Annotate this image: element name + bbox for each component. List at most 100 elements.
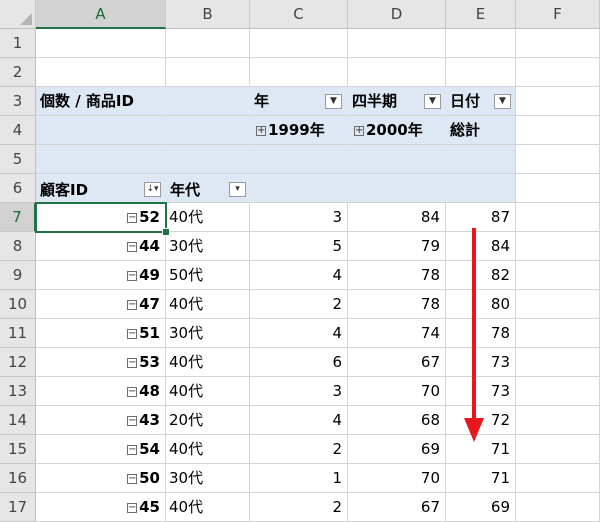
cell-f2[interactable] xyxy=(516,58,600,87)
cell-f7[interactable] xyxy=(516,203,600,232)
cell-f13[interactable] xyxy=(516,377,600,406)
cell-f5[interactable] xyxy=(516,145,600,174)
cell-a1[interactable] xyxy=(36,29,166,58)
row-header-10[interactable]: 10 xyxy=(0,290,36,319)
cell-b2[interactable] xyxy=(166,58,250,87)
row-header-4[interactable]: 4 xyxy=(0,116,36,145)
customer-id-cell[interactable]: −49 xyxy=(36,265,160,285)
row-header-5[interactable]: 5 xyxy=(0,145,36,174)
row-header-2[interactable]: 2 xyxy=(0,58,36,87)
cell-a2[interactable] xyxy=(36,58,166,87)
expand-plus-icon[interactable]: + xyxy=(354,125,364,136)
cell-b5[interactable] xyxy=(166,145,250,174)
cell-b3[interactable] xyxy=(166,87,250,116)
customer-id-cell[interactable]: −52 xyxy=(36,207,160,227)
collapse-minus-icon[interactable]: − xyxy=(127,270,138,281)
filter-dropdown-icon[interactable]: ▼ xyxy=(494,94,511,109)
cell-e6[interactable] xyxy=(446,174,516,203)
cell-e5[interactable] xyxy=(446,145,516,174)
cell-f12[interactable] xyxy=(516,348,600,377)
customer-id-cell[interactable]: −54 xyxy=(36,439,160,459)
collapse-minus-icon[interactable]: − xyxy=(127,386,138,397)
cell-b1[interactable] xyxy=(166,29,250,58)
customer-id-cell[interactable]: −44 xyxy=(36,236,160,256)
collapse-minus-icon[interactable]: − xyxy=(127,241,138,252)
column-header-b[interactable]: B xyxy=(166,0,250,29)
cell-f3[interactable] xyxy=(516,87,600,116)
customer-id-cell[interactable]: −47 xyxy=(36,294,160,314)
row-header-17[interactable]: 17 xyxy=(0,493,36,522)
sort-filter-icon[interactable]: ↓▾ xyxy=(144,182,161,197)
fill-handle[interactable] xyxy=(162,228,170,236)
cell-b4[interactable] xyxy=(166,116,250,145)
cell-c6[interactable] xyxy=(250,174,348,203)
cell-c5[interactable] xyxy=(250,145,348,174)
value-cell-e: 78 xyxy=(490,324,510,342)
row-header-12[interactable]: 12 xyxy=(0,348,36,377)
year-1999-header[interactable]: +1999年 xyxy=(256,120,325,140)
value-cell-d: 67 xyxy=(420,498,440,516)
cell-a4[interactable] xyxy=(36,116,166,145)
cell-f1[interactable] xyxy=(516,29,600,58)
cell-c2[interactable] xyxy=(250,58,348,87)
cell-f4[interactable] xyxy=(516,116,600,145)
column-header-d[interactable]: D xyxy=(348,0,446,29)
cell-e2[interactable] xyxy=(446,58,516,87)
cell-c1[interactable] xyxy=(250,29,348,58)
row-header-1[interactable]: 1 xyxy=(0,29,36,58)
value-cell-c: 5 xyxy=(332,237,342,255)
customer-id-cell[interactable]: −51 xyxy=(36,323,160,343)
collapse-minus-icon[interactable]: − xyxy=(127,415,138,426)
cell-d2[interactable] xyxy=(348,58,446,87)
row-header-9[interactable]: 9 xyxy=(0,261,36,290)
cell-f15[interactable] xyxy=(516,435,600,464)
column-header-f[interactable]: F xyxy=(516,0,600,29)
cell-f16[interactable] xyxy=(516,464,600,493)
value-cell-d: 70 xyxy=(420,469,440,487)
cell-f6[interactable] xyxy=(516,174,600,203)
spreadsheet-grid[interactable]: A B C D E F 1 2 3 4 5 6 7 8 9 10 11 12 13 14 15 16 17 xyxy=(0,0,600,522)
filter-dropdown-icon[interactable]: ▼ xyxy=(325,94,342,109)
cell-f17[interactable] xyxy=(516,493,600,522)
cell-d5[interactable] xyxy=(348,145,446,174)
cell-f10[interactable] xyxy=(516,290,600,319)
cell-f9[interactable] xyxy=(516,261,600,290)
row-header-13[interactable]: 13 xyxy=(0,377,36,406)
select-all-corner[interactable] xyxy=(0,0,36,29)
expand-plus-icon[interactable]: + xyxy=(256,125,266,136)
column-header-c[interactable]: C xyxy=(250,0,348,29)
year-2000-header[interactable]: +2000年 xyxy=(354,120,423,140)
customer-id-cell[interactable]: −45 xyxy=(36,497,160,517)
row-header-8[interactable]: 8 xyxy=(0,232,36,261)
column-header-e[interactable]: E xyxy=(446,0,516,29)
customer-id-cell[interactable]: −50 xyxy=(36,468,160,488)
cell-f14[interactable] xyxy=(516,406,600,435)
collapse-minus-icon[interactable]: − xyxy=(127,328,138,339)
cell-e1[interactable] xyxy=(446,29,516,58)
customer-id-cell[interactable]: −48 xyxy=(36,381,160,401)
age-group-value: 30代 xyxy=(169,324,204,342)
row-header-6[interactable]: 6 xyxy=(0,174,36,203)
collapse-minus-icon[interactable]: − xyxy=(127,357,138,368)
cell-f11[interactable] xyxy=(516,319,600,348)
row-header-14[interactable]: 14 xyxy=(0,406,36,435)
collapse-minus-icon[interactable]: − xyxy=(127,299,138,310)
customer-id-cell[interactable]: −53 xyxy=(36,352,160,372)
column-header-a[interactable]: A xyxy=(36,0,166,29)
collapse-minus-icon[interactable]: − xyxy=(127,473,138,484)
cell-d6[interactable] xyxy=(348,174,446,203)
cell-d1[interactable] xyxy=(348,29,446,58)
collapse-minus-icon[interactable]: − xyxy=(127,212,138,223)
cell-f8[interactable] xyxy=(516,232,600,261)
collapse-minus-icon[interactable]: − xyxy=(127,502,138,513)
customer-id-cell[interactable]: −43 xyxy=(36,410,160,430)
cell-a5[interactable] xyxy=(36,145,166,174)
filter-dropdown-icon[interactable]: ▼ xyxy=(424,94,441,109)
row-header-16[interactable]: 16 xyxy=(0,464,36,493)
row-header-3[interactable]: 3 xyxy=(0,87,36,116)
collapse-minus-icon[interactable]: − xyxy=(127,444,138,455)
row-header-7[interactable]: 7 xyxy=(0,203,36,232)
sort-filter-icon[interactable]: ▾ xyxy=(229,182,246,197)
row-header-15[interactable]: 15 xyxy=(0,435,36,464)
row-header-11[interactable]: 11 xyxy=(0,319,36,348)
